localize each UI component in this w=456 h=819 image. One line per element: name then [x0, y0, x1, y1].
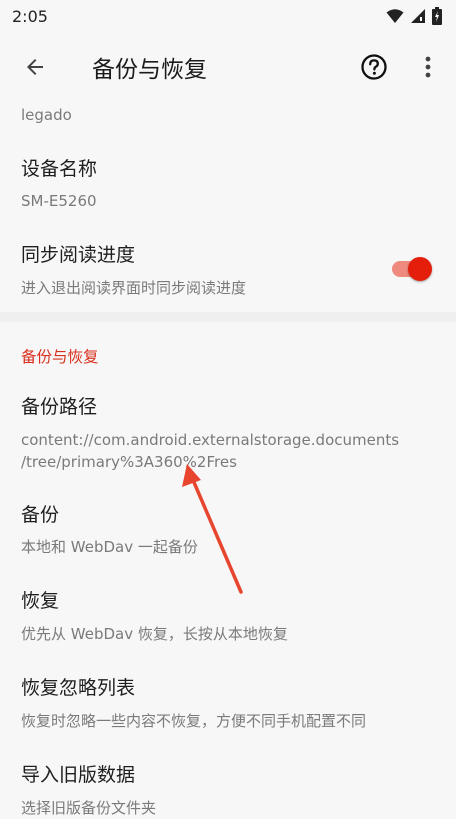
pref-summary: 优先从 WebDav 恢复，长按从本地恢复 [21, 625, 288, 643]
page-title: 备份与恢复 [92, 57, 207, 83]
pref-summary: 恢复时忽略一些内容不恢复，方便不同手机配置不同 [21, 712, 367, 730]
sync-progress-switch[interactable] [390, 256, 434, 282]
wifi-icon [386, 9, 404, 23]
help-button[interactable] [358, 51, 390, 83]
pref-summary: 本地和 WebDav 一起备份 [21, 538, 198, 556]
pref-import-old[interactable]: 导入旧版数据 选择旧版备份文件夹 [0, 748, 456, 817]
pref-title: 备份 [21, 504, 60, 526]
app-bar: 备份与恢复 [0, 32, 456, 100]
switch-thumb [408, 257, 432, 281]
pref-sync-progress[interactable]: 同步阅读进度 进入退出阅读界面时同步阅读进度 [0, 226, 456, 312]
pref-device-name[interactable]: 设备名称 SM-E5260 [0, 140, 456, 226]
section-divider [0, 312, 456, 322]
previous-item-summary: legado [21, 106, 72, 124]
pref-summary: 进入退出阅读界面时同步阅读进度 [21, 279, 247, 297]
signal-icon [411, 9, 425, 23]
help-circle-icon [361, 54, 387, 80]
pref-title: 备份路径 [21, 396, 98, 418]
pref-title: 导入旧版数据 [21, 764, 136, 786]
pref-backup-path[interactable]: 备份路径 content://com.android.externalstora… [0, 378, 456, 488]
section-header: 备份与恢复 [21, 348, 99, 366]
back-arrow-icon [27, 59, 43, 75]
status-bar: 2:05 [0, 0, 456, 32]
pref-summary: SM-E5260 [21, 192, 97, 210]
battery-icon [432, 7, 442, 25]
pref-title: 恢复 [21, 590, 60, 612]
pref-title: 恢复忽略列表 [21, 677, 136, 699]
pref-summary-line1: content://com.android.externalstorage.do… [21, 431, 400, 449]
status-time: 2:05 [12, 6, 48, 26]
more-options-button[interactable] [416, 51, 440, 83]
pref-restore[interactable]: 恢复 优先从 WebDav 恢复，长按从本地恢复 [0, 574, 456, 660]
pref-backup[interactable]: 备份 本地和 WebDav 一起备份 [0, 488, 456, 574]
pref-restore-ignore[interactable]: 恢复忽略列表 恢复时忽略一些内容不恢复，方便不同手机配置不同 [0, 660, 456, 748]
back-button[interactable] [18, 50, 52, 84]
pref-title: 同步阅读进度 [21, 244, 136, 266]
more-vert-icon [425, 56, 431, 78]
pref-summary-line2: /tree/primary%3A360%2Fres [21, 453, 237, 471]
pref-summary: 选择旧版备份文件夹 [21, 799, 157, 817]
pref-title: 设备名称 [21, 158, 98, 180]
status-icons [386, 7, 442, 25]
